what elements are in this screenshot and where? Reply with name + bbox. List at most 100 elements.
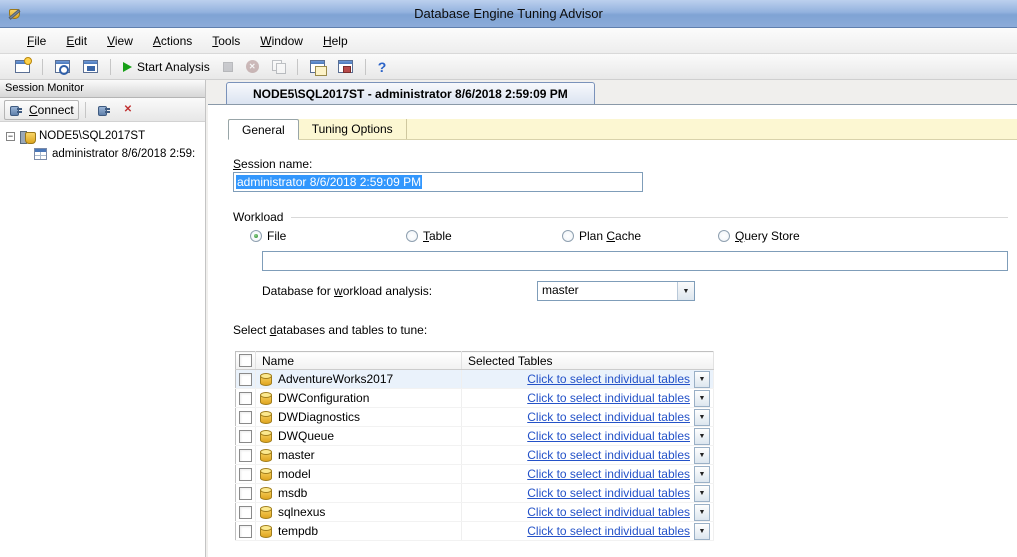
layout-button[interactable] [305, 56, 330, 78]
combo-dropdown-button[interactable]: ▼ [677, 282, 694, 300]
document-tab[interactable]: NODE5\SQL2017ST - administrator 8/6/2018… [226, 82, 595, 104]
open-session-button[interactable] [50, 56, 75, 78]
save-session-button[interactable] [78, 56, 103, 78]
database-checkbox[interactable] [239, 373, 252, 386]
menu-edit[interactable]: Edit [57, 30, 96, 52]
database-row[interactable]: DWQueue Click to select individual table… [236, 427, 714, 446]
window-title: Database Engine Tuning Advisor [0, 6, 1017, 21]
tables-dropdown-button[interactable]: ▼ [694, 409, 710, 426]
menubar: File Edit View Actions Tools Window Help [0, 28, 1017, 54]
database-analysis-label: Database for workload analysis: [262, 284, 432, 298]
chevron-down-icon: ▼ [699, 490, 706, 497]
select-tables-link[interactable]: Click to select individual tables [527, 410, 690, 424]
database-checkbox[interactable] [239, 525, 252, 538]
tables-dropdown-button[interactable]: ▼ [694, 504, 710, 521]
database-checkbox[interactable] [239, 430, 252, 443]
disconnect-icon [97, 103, 112, 116]
radio-selected-icon [250, 230, 262, 242]
select-tables-link[interactable]: Click to select individual tables [527, 429, 690, 443]
tree-session-node[interactable]: administrator 8/6/2018 2:59: [0, 145, 205, 163]
session-monitor-title: Session Monitor [5, 82, 84, 94]
radio-icon [718, 230, 730, 242]
session-monitor-header: Session Monitor [0, 80, 205, 98]
tables-dropdown-button[interactable]: ▼ [694, 447, 710, 464]
tables-dropdown-button[interactable]: ▼ [694, 466, 710, 483]
select-tables-link[interactable]: Click to select individual tables [527, 505, 690, 519]
database-name: DWConfiguration [278, 391, 369, 405]
select-tables-link[interactable]: Click to select individual tables [527, 448, 690, 462]
toolbar-separator [85, 102, 86, 118]
workload-file-input[interactable] [262, 251, 1008, 271]
connect-label: Connect [29, 103, 74, 117]
properties-button[interactable] [333, 56, 358, 78]
tab-general[interactable]: General [228, 119, 299, 140]
tables-dropdown-button[interactable]: ▼ [694, 390, 710, 407]
database-row[interactable]: tempdb Click to select individual tables… [236, 522, 714, 541]
database-checkbox[interactable] [239, 411, 252, 424]
tables-dropdown-button[interactable]: ▼ [694, 523, 710, 540]
stop-icon [223, 62, 233, 72]
menu-file[interactable]: File [18, 30, 55, 52]
tables-dropdown-button[interactable]: ▼ [694, 371, 710, 388]
column-header-name[interactable]: Name [256, 352, 462, 370]
database-checkbox[interactable] [239, 449, 252, 462]
database-row[interactable]: AdventureWorks2017 Click to select indiv… [236, 370, 714, 389]
database-checkbox[interactable] [239, 392, 252, 405]
tab-tuning-options-label: Tuning Options [312, 122, 393, 136]
play-icon [123, 62, 132, 72]
menu-view[interactable]: View [98, 30, 142, 52]
select-all-checkbox[interactable] [239, 354, 252, 367]
copy-button[interactable] [267, 56, 290, 78]
database-row[interactable]: DWDiagnostics Click to select individual… [236, 408, 714, 427]
workload-plan-cache-radio[interactable]: Plan Cache [562, 229, 718, 243]
database-checkbox[interactable] [239, 506, 252, 519]
session-monitor-toolbar: Connect ✕ [0, 98, 205, 122]
connect-button[interactable]: Connect [4, 100, 79, 120]
database-checkbox[interactable] [239, 468, 252, 481]
chevron-down-icon: ▼ [699, 414, 706, 421]
database-analysis-combobox[interactable]: master ▼ [537, 281, 695, 301]
database-name: sqlnexus [278, 505, 325, 519]
cancel-analysis-button[interactable]: ✕ [241, 56, 264, 78]
new-session-button[interactable] [10, 56, 35, 78]
menu-help[interactable]: Help [314, 30, 357, 52]
disconnect-button[interactable] [92, 99, 117, 121]
menu-window[interactable]: Window [251, 30, 312, 52]
menu-actions[interactable]: Actions [144, 30, 201, 52]
stop-analysis-button[interactable] [218, 56, 238, 78]
database-row[interactable]: msdb Click to select individual tables ▼ [236, 484, 714, 503]
database-row[interactable]: DWConfiguration Click to select individu… [236, 389, 714, 408]
workload-file-radio[interactable]: File [250, 229, 406, 243]
workload-query-store-label: Query Store [735, 229, 800, 243]
select-tables-link[interactable]: Click to select individual tables [527, 524, 690, 538]
menu-tools[interactable]: Tools [203, 30, 249, 52]
database-icon [260, 508, 272, 519]
session-icon [34, 148, 47, 160]
database-row[interactable]: master Click to select individual tables… [236, 446, 714, 465]
tab-tuning-options[interactable]: Tuning Options [299, 119, 407, 139]
workload-table-radio[interactable]: Table [406, 229, 562, 243]
database-icon [260, 413, 272, 424]
database-name: msdb [278, 486, 307, 500]
session-name-input[interactable]: administrator 8/6/2018 2:59:09 PM [233, 172, 643, 192]
database-checkbox[interactable] [239, 487, 252, 500]
database-name: model [278, 467, 311, 481]
select-tables-link[interactable]: Click to select individual tables [527, 372, 690, 386]
collapse-icon[interactable]: − [6, 132, 15, 141]
database-icon [260, 394, 272, 405]
tree-server-node[interactable]: − NODE5\SQL2017ST [0, 127, 205, 145]
select-tables-link[interactable]: Click to select individual tables [527, 486, 690, 500]
chevron-down-icon: ▼ [699, 395, 706, 402]
tables-dropdown-button[interactable]: ▼ [694, 428, 710, 445]
start-analysis-button[interactable]: Start Analysis [118, 56, 215, 78]
database-row[interactable]: sqlnexus Click to select individual tabl… [236, 503, 714, 522]
help-button[interactable]: ? [373, 56, 392, 78]
delete-session-button[interactable]: ✕ [119, 99, 137, 121]
chevron-down-icon: ▼ [699, 509, 706, 516]
workload-query-store-radio[interactable]: Query Store [718, 229, 874, 243]
select-tables-link[interactable]: Click to select individual tables [527, 467, 690, 481]
tables-dropdown-button[interactable]: ▼ [694, 485, 710, 502]
select-tables-link[interactable]: Click to select individual tables [527, 391, 690, 405]
column-header-selected-tables[interactable]: Selected Tables [462, 352, 714, 370]
database-row[interactable]: model Click to select individual tables … [236, 465, 714, 484]
